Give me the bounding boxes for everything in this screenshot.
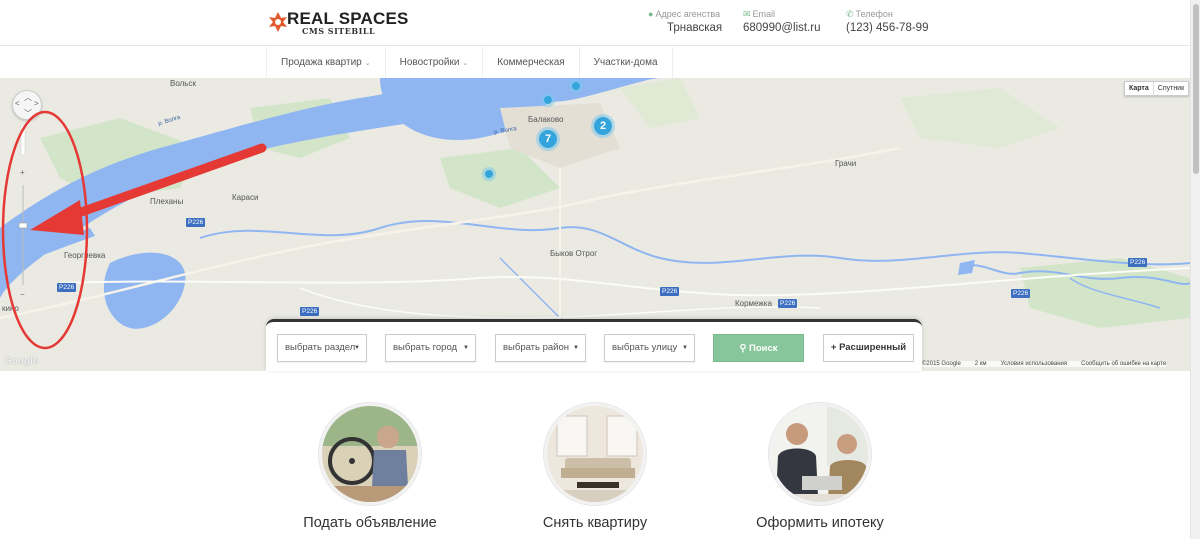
contact-email-label: Email	[752, 9, 776, 19]
nav-item-new-buildings[interactable]: Новостройки ⌄	[386, 47, 484, 78]
map-label-balakovo: Балаково	[528, 115, 564, 124]
contact-address-value: Трнавская	[667, 22, 723, 34]
feature-title: Снять квартиру	[542, 515, 648, 531]
map-type-switch: Карта Спутник	[1124, 81, 1190, 96]
feature-image	[769, 403, 871, 505]
map-type-satellite-button[interactable]: Спутник	[1154, 82, 1188, 95]
map-attribution-data: ©2015 Google	[922, 361, 961, 367]
feature-image	[544, 403, 646, 505]
page: REAL SPACES CMS SITEBILL ● Адрес агенства…	[0, 0, 1200, 539]
road-badge: Р226	[300, 307, 320, 316]
chevron-down-icon: ⌄	[462, 60, 469, 67]
contact-address: ● Адрес агенства Трнавская	[648, 9, 722, 36]
pan-up-icon[interactable]: ︿	[24, 92, 32, 103]
map-scale: 2 км	[974, 361, 987, 367]
logo-mark-icon	[269, 12, 287, 32]
feature-title: Оформить ипотеку	[756, 515, 884, 531]
map-type-map-button[interactable]: Карта	[1125, 82, 1154, 95]
map-pin-marker[interactable]	[482, 167, 496, 181]
chevron-down-icon: ⌄	[364, 60, 371, 67]
search-icon: ⚲	[739, 343, 750, 354]
nav-item-commercial[interactable]: Коммерческая	[483, 47, 580, 78]
map-pin-marker[interactable]	[569, 79, 583, 93]
pan-left-icon[interactable]: <	[15, 99, 20, 108]
road-badge: Р226	[1011, 289, 1031, 298]
cluster-count: 2	[599, 120, 607, 132]
nav-item-land-houses[interactable]: Участки-дома	[580, 47, 673, 78]
business-meeting-image	[772, 406, 868, 502]
main-nav: Продажа квартир ⌄ Новостройки ⌄ Коммерческ…	[266, 47, 673, 78]
road-badge: Р226	[660, 287, 680, 296]
section-select[interactable]: выбрать раздел ▼	[277, 334, 367, 362]
search-panel: выбрать раздел ▼ выбрать город ▼ выбрать р…	[266, 319, 922, 371]
nav-item-label: Коммерческая	[497, 57, 565, 68]
map-pin-marker[interactable]	[541, 93, 555, 107]
living-room-image	[547, 406, 643, 502]
district-select-value: выбрать район	[503, 342, 570, 353]
map-label-volsk: Вольск	[170, 79, 196, 88]
google-logo: Google	[4, 356, 39, 367]
district-select[interactable]: выбрать район ▼	[495, 334, 586, 362]
contact-phone-label: Телефон	[855, 9, 893, 19]
map-cluster-marker[interactable]: 7	[536, 127, 560, 151]
site-header: REAL SPACES CMS SITEBILL ● Адрес агенства…	[0, 0, 1190, 46]
street-select[interactable]: выбрать улицу ▼	[604, 334, 695, 362]
phone-icon: ✆	[846, 9, 854, 19]
caret-down-icon: ▼	[573, 345, 579, 351]
advanced-search-button[interactable]: + Расширенный	[823, 334, 914, 362]
pan-right-icon[interactable]: >	[34, 99, 39, 108]
cluster-count: 7	[544, 133, 552, 145]
bicycle-person-image	[322, 406, 418, 502]
city-select[interactable]: выбрать город ▼	[385, 334, 476, 362]
search-button-label: Поиск	[749, 343, 778, 354]
advanced-search-label: Расширенный	[839, 342, 907, 353]
feature-image	[319, 403, 421, 505]
contact-phone-value[interactable]: (123) 456-78-99	[846, 20, 928, 36]
city-select-value: выбрать город	[393, 342, 458, 353]
plus-icon: +	[830, 342, 840, 353]
map-cluster-marker[interactable]: 2	[591, 114, 615, 138]
contact-email: ✉ Email 680990@list.ru	[743, 9, 821, 36]
envelope-icon: ✉	[743, 9, 751, 19]
logo-subtitle: CMS SITEBILL	[302, 26, 376, 36]
map-label-bykov-otrog: Быков Отрог	[550, 249, 598, 258]
map-marker-icon: ●	[648, 9, 654, 19]
map-label-kormezhka: Кормежка	[735, 299, 772, 308]
road-badge: Р226	[778, 299, 798, 308]
nav-item-label: Участки-дома	[593, 57, 658, 68]
section-select-value: выбрать раздел	[285, 342, 356, 353]
page-scrollbar[interactable]	[1190, 0, 1200, 539]
feature-post-ad[interactable]: Подать объявление	[250, 403, 490, 531]
scrollbar-thumb[interactable]	[1193, 4, 1199, 174]
feature-title: Подать объявление	[303, 515, 437, 531]
map-label-grachi: Грачи	[835, 159, 857, 168]
caret-down-icon: ▼	[463, 345, 469, 351]
map-terms-link[interactable]: Условия использования	[1001, 361, 1068, 367]
search-button[interactable]: ⚲ Поиск	[713, 334, 804, 362]
caret-down-icon: ▼	[354, 345, 360, 351]
annotation-arrow	[1, 110, 267, 350]
nav-item-label: Продажа квартир	[281, 57, 362, 68]
feature-mortgage[interactable]: Оформить ипотеку	[700, 403, 940, 531]
nav-item-label: Новостройки	[399, 57, 460, 68]
contact-phone: ✆ Телефон (123) 456-78-99	[846, 9, 928, 36]
feature-rent-apartment[interactable]: Снять квартиру	[475, 403, 715, 531]
map-attribution: ©2015 Google 2 км Условия использования …	[922, 361, 1167, 367]
nav-item-sale[interactable]: Продажа квартир ⌄	[267, 47, 386, 78]
contact-email-value[interactable]: 680990@list.ru	[743, 20, 821, 36]
street-select-value: выбрать улицу	[612, 342, 678, 353]
map-report-link[interactable]: Сообщить об ошибке на карте	[1081, 361, 1166, 367]
contact-address-label: Адрес агенства	[655, 9, 721, 19]
road-badge: Р226	[1128, 258, 1148, 267]
caret-down-icon: ▼	[682, 345, 688, 351]
